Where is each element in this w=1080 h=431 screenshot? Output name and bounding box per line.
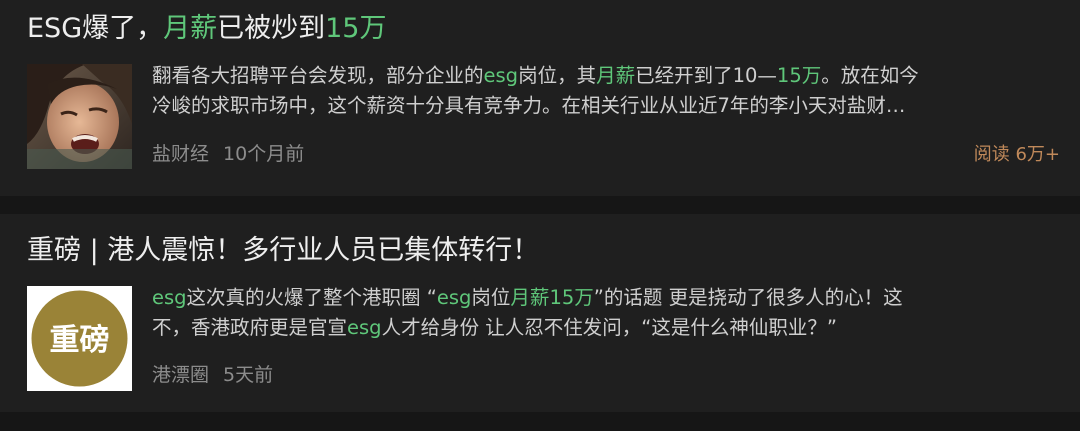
summary-line: 冷峻的求职市场中，这个薪资十分具有竞争力。在相关行业从业近7年的李小天对盐财… bbox=[152, 94, 906, 117]
keyword-highlight: 15万 bbox=[549, 286, 594, 309]
article-title[interactable]: 重磅 | 港人震惊！多行业人员已集体转行！ bbox=[27, 234, 539, 268]
summary-text: 翻看各大招聘平台会发现，部分企业的 bbox=[152, 64, 484, 87]
read-count: 阅读 6万+ bbox=[973, 144, 1060, 165]
divider bbox=[0, 412, 1080, 431]
summary-text: 。放在如今 bbox=[821, 64, 919, 87]
summary-line: 翻看各大招聘平台会发现，部分企业的esg岗位，其月薪已经开到了10—15万。放在… bbox=[152, 61, 1057, 91]
source-name[interactable]: 港漂圈 bbox=[152, 364, 209, 386]
summary-text: 人才给身份 让人忍不住发问，“这是什么神仙职业？” bbox=[381, 316, 837, 339]
keyword-highlight: esg bbox=[347, 316, 382, 339]
summary-line: esg这次真的火爆了整个港职圈 “esg岗位月薪15万”的话题 更是挠动了很多人… bbox=[152, 283, 1057, 313]
summary-text: 已经开到了10— bbox=[635, 64, 777, 87]
search-results-feed: ESG爆了，月薪已被炒到15万 翻看各大招聘平台会发现，部分企业的esg岗位，其… bbox=[0, 0, 1080, 431]
summary-text: 不，香港政府更是官宣 bbox=[152, 316, 348, 339]
source-name[interactable]: 盐财经 bbox=[152, 143, 209, 165]
article-summary: esg这次真的火爆了整个港职圈 “esg岗位月薪15万”的话题 更是挠动了很多人… bbox=[152, 283, 1057, 343]
keyword-highlight: 月薪 bbox=[510, 286, 550, 309]
keyword-highlight: 月薪 bbox=[596, 64, 636, 87]
keyword-highlight: esg bbox=[436, 286, 472, 309]
divider bbox=[0, 196, 1080, 214]
article-card[interactable]: ESG爆了，月薪已被炒到15万 翻看各大招聘平台会发现，部分企业的esg岗位，其… bbox=[0, 0, 1080, 196]
publish-time: 5天前 bbox=[223, 364, 274, 386]
keyword-highlight: esg bbox=[152, 286, 187, 309]
keyword-highlight: 15万 bbox=[776, 64, 822, 87]
summary-line: 不，香港政府更是官宣esg人才给身份 让人忍不住发问，“这是什么神仙职业？” bbox=[152, 313, 1057, 343]
article-thumbnail[interactable] bbox=[27, 64, 132, 169]
crying-woman-photo-icon bbox=[27, 64, 132, 169]
title-text: ESG爆了， bbox=[27, 13, 164, 44]
keyword-highlight: 15万 bbox=[325, 13, 387, 44]
title-text: 已被炒到 bbox=[217, 13, 326, 44]
summary-text: 这次真的火爆了整个港职圈 “ bbox=[186, 286, 437, 309]
keyword-highlight: 月薪 bbox=[163, 13, 218, 44]
summary-text: 岗位 bbox=[471, 286, 511, 309]
article-title[interactable]: ESG爆了，月薪已被炒到15万 bbox=[27, 12, 386, 46]
svg-text:重磅: 重磅 bbox=[50, 323, 110, 358]
summary-text: 岗位，其 bbox=[518, 64, 597, 87]
article-thumbnail[interactable]: 重磅 bbox=[27, 286, 132, 391]
article-card[interactable]: 重磅 | 港人震惊！多行业人员已集体转行！ 重磅 esg这次真的火爆了整个港职圈… bbox=[0, 214, 1080, 431]
article-summary: 翻看各大招聘平台会发现，部分企业的esg岗位，其月薪已经开到了10—15万。放在… bbox=[152, 61, 1057, 121]
article-meta: 盐财经 10个月前 bbox=[152, 141, 304, 167]
summary-text: ”的话题 更是挠动了很多人的心！这 bbox=[593, 286, 903, 309]
article-meta: 港漂圈 5天前 bbox=[152, 362, 273, 388]
zhongbang-logo-icon: 重磅 bbox=[27, 286, 132, 391]
keyword-highlight: esg bbox=[483, 64, 519, 87]
publish-time: 10个月前 bbox=[223, 143, 305, 165]
